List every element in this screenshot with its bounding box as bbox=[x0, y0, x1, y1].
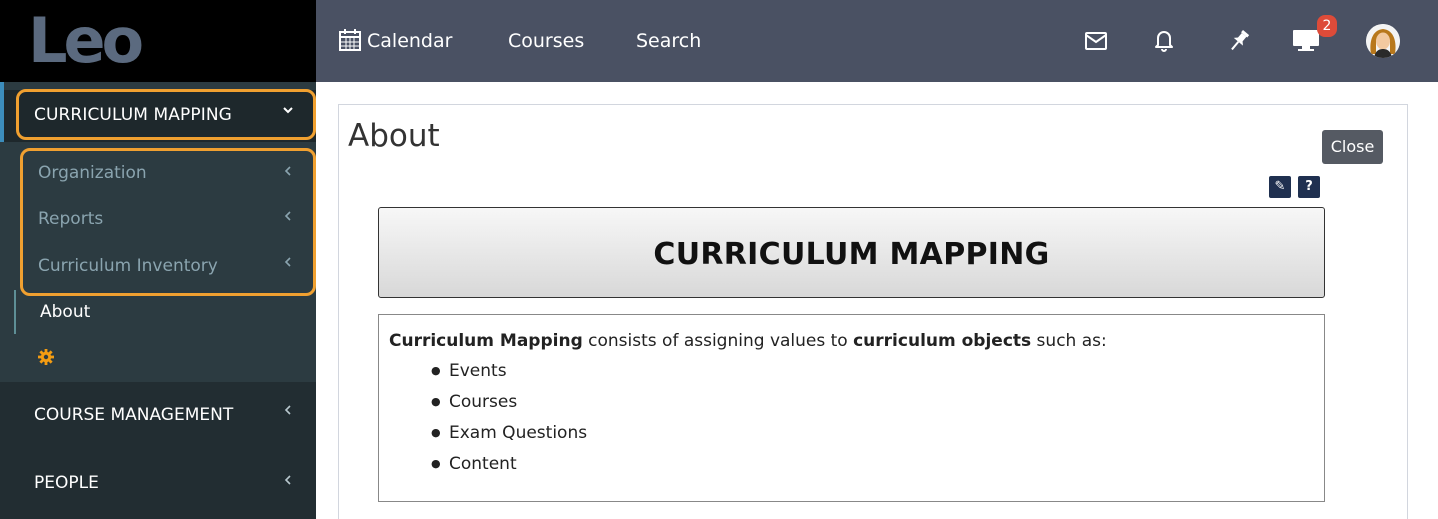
page-title: About bbox=[348, 118, 440, 154]
notification-badge: 2 bbox=[1317, 15, 1337, 37]
highlight-sub-items bbox=[20, 148, 316, 296]
pin-icon[interactable] bbox=[1228, 28, 1250, 54]
nav-search[interactable]: Search bbox=[636, 30, 701, 52]
nav-calendar[interactable]: Calendar bbox=[367, 30, 452, 52]
avatar-icon bbox=[1366, 24, 1400, 58]
edit-icon[interactable]: ✎ bbox=[1269, 176, 1291, 198]
curriculum-mapping-banner: CURRICULUM MAPPING bbox=[378, 207, 1325, 298]
avatar[interactable] bbox=[1366, 24, 1400, 58]
bell-icon[interactable] bbox=[1153, 28, 1175, 52]
description-text: Curriculum Mapping consists of assigning… bbox=[389, 331, 1107, 351]
list-item: Content bbox=[431, 452, 587, 483]
chevron-left-icon[interactable] bbox=[283, 474, 293, 486]
description-bold-term: curriculum objects bbox=[853, 331, 1032, 351]
sidebar-item-people[interactable]: PEOPLE bbox=[34, 473, 99, 493]
logo-area[interactable]: Leo bbox=[0, 0, 316, 82]
nav-courses[interactable]: Courses bbox=[508, 30, 584, 52]
list-item: Exam Questions bbox=[431, 421, 587, 452]
logo[interactable]: Leo bbox=[28, 6, 144, 76]
gear-icon[interactable] bbox=[37, 348, 55, 366]
list-item: Events bbox=[431, 359, 587, 390]
highlight-curriculum-mapping bbox=[16, 89, 316, 140]
sidebar-item-about[interactable]: About bbox=[40, 302, 90, 322]
top-navbar bbox=[316, 0, 1438, 82]
description-box: Curriculum Mapping consists of assigning… bbox=[378, 314, 1325, 502]
sidebar-item-course-management[interactable]: COURSE MANAGEMENT bbox=[34, 405, 233, 425]
description-bold-term: Curriculum Mapping bbox=[389, 331, 583, 351]
curriculum-objects-list: Events Courses Exam Questions Content bbox=[431, 359, 587, 483]
list-item: Courses bbox=[431, 390, 587, 421]
about-active-indicator bbox=[14, 290, 16, 334]
mail-icon[interactable] bbox=[1084, 31, 1108, 51]
active-indicator bbox=[0, 82, 4, 142]
close-button[interactable]: Close bbox=[1322, 130, 1383, 164]
description-text-part: consists of assigning values to bbox=[582, 331, 854, 351]
chevron-left-icon[interactable] bbox=[283, 404, 293, 416]
banner-title: CURRICULUM MAPPING bbox=[653, 237, 1050, 272]
description-text-part: such as: bbox=[1031, 331, 1107, 351]
calendar-icon[interactable] bbox=[338, 28, 362, 52]
help-icon[interactable]: ? bbox=[1298, 176, 1320, 198]
